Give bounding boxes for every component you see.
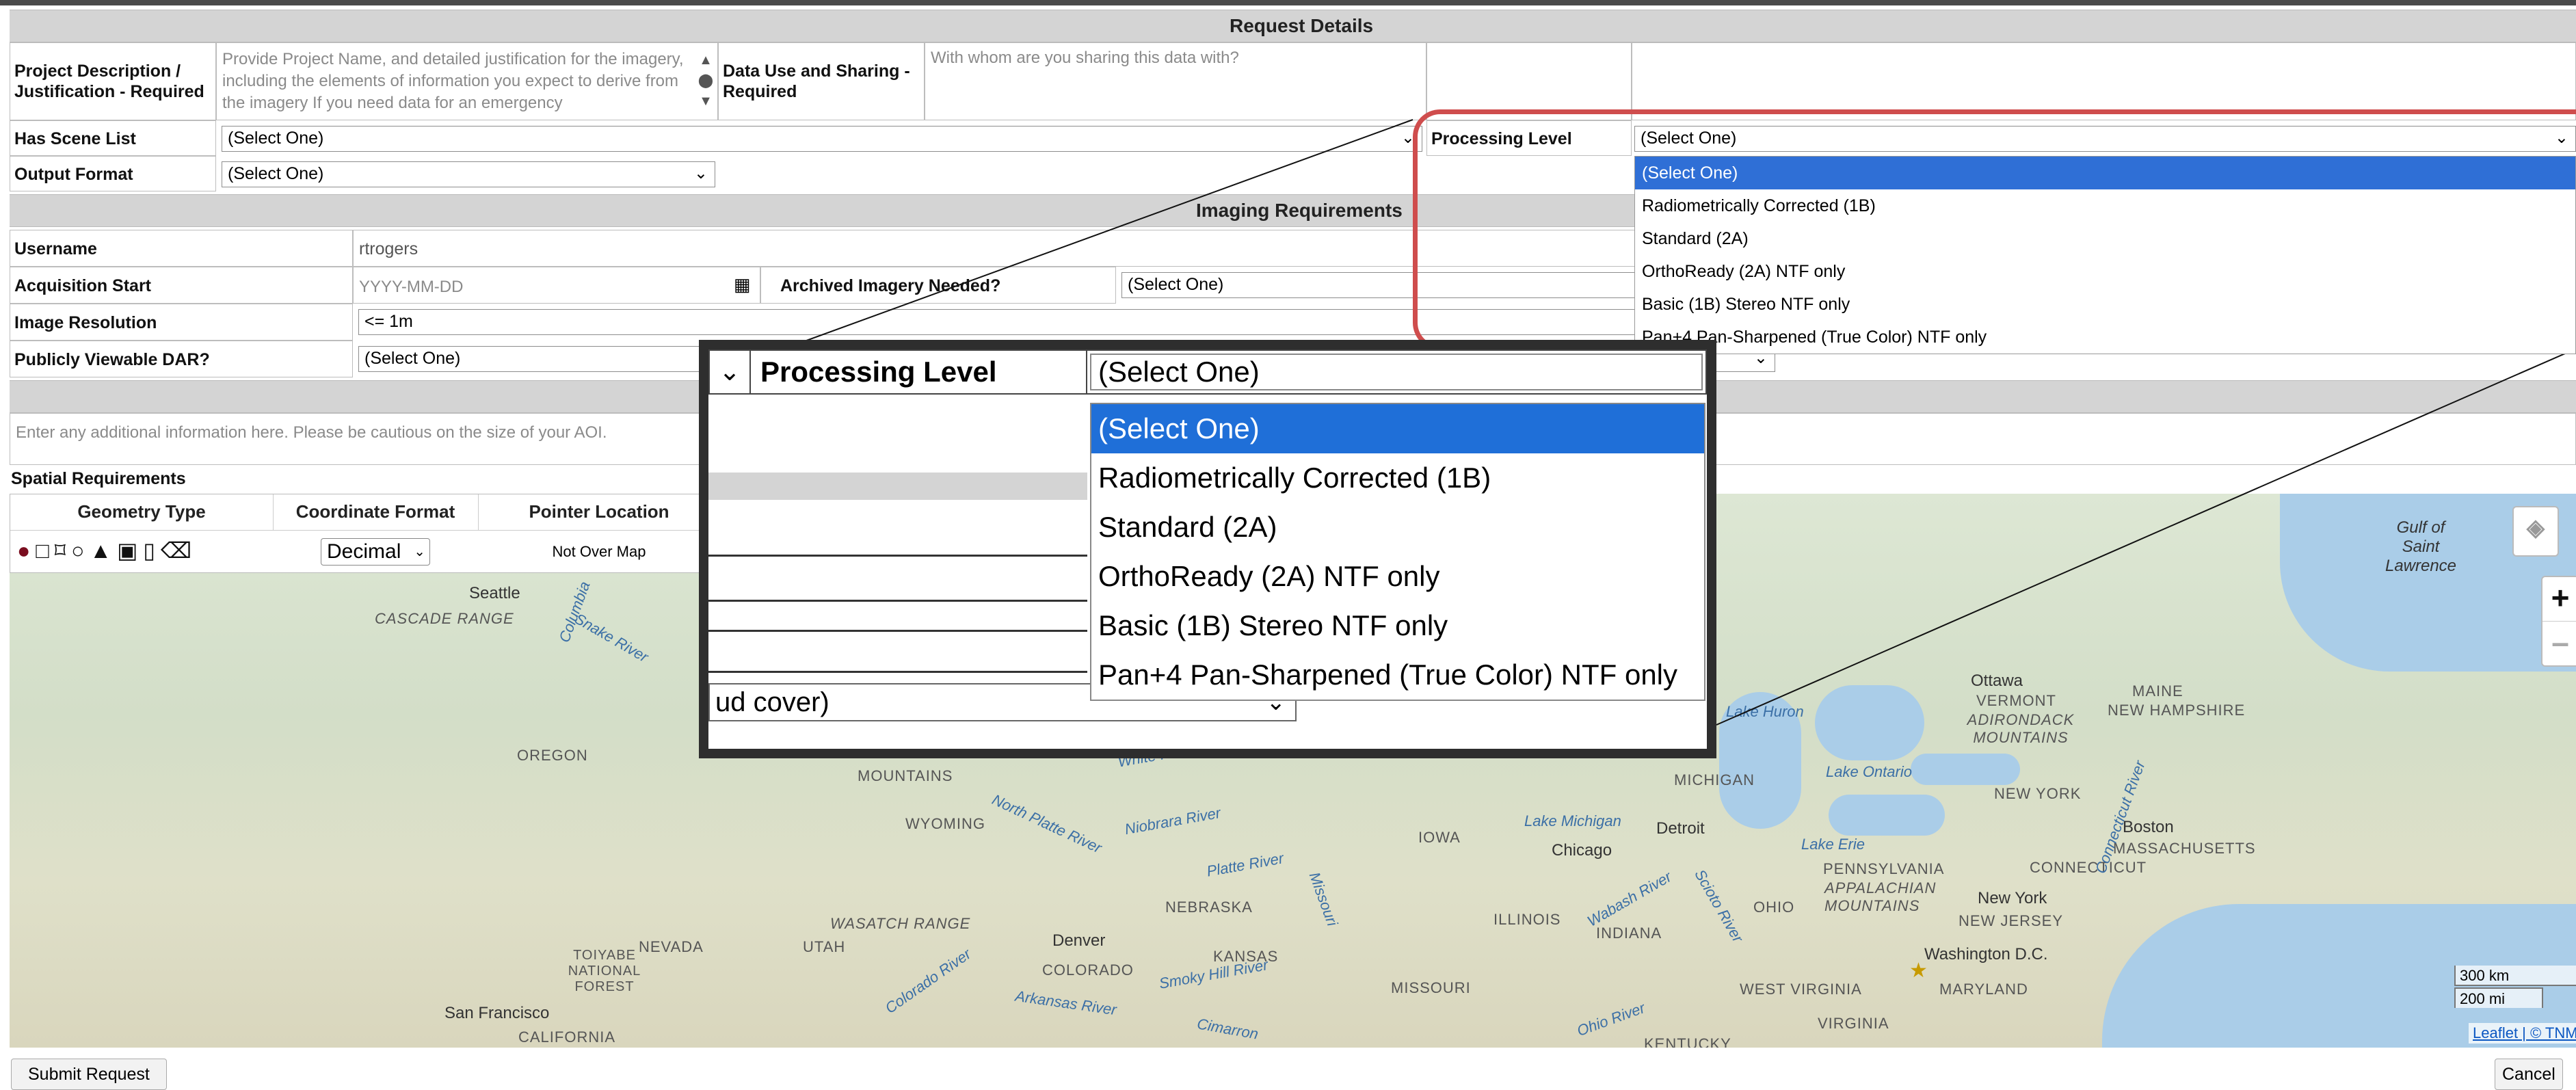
callout-option[interactable]: Standard (2A): [1091, 503, 1704, 552]
callout-processing-level-select[interactable]: (Select One): [1090, 354, 1703, 390]
callout-line-top: [793, 119, 1413, 346]
callout-rule: [708, 555, 1087, 557]
callout-option[interactable]: OrthoReady (2A) NTF only: [1091, 552, 1704, 601]
dropdown-option[interactable]: OrthoReady (2A) NTF only: [1635, 255, 2575, 288]
callout-option[interactable]: (Select One): [1091, 404, 1704, 453]
callout-rule: [708, 600, 1087, 602]
callout-processing-level-label: Processing Level: [751, 349, 1087, 395]
processing-level-dropdown[interactable]: (Select One) Radiometrically Corrected (…: [1634, 156, 2576, 354]
submit-request-button[interactable]: Submit Request: [11, 1059, 167, 1090]
callout-cloud-cover-value: ud cover): [715, 687, 829, 717]
callout-gray-band: [708, 473, 1087, 500]
dropdown-option[interactable]: Radiometrically Corrected (1B): [1635, 189, 2575, 222]
callout-option[interactable]: Radiometrically Corrected (1B): [1091, 453, 1704, 503]
chevron-down-icon: ⌄: [708, 349, 751, 395]
callout-rule: [708, 630, 1087, 632]
cancel-button[interactable]: Cancel: [2495, 1059, 2563, 1090]
dropdown-option[interactable]: Standard (2A): [1635, 222, 2575, 255]
dropdown-option[interactable]: Basic (1B) Stereo NTF only: [1635, 288, 2575, 321]
zoom-callout-content: ⌄ Processing Level (Select One) ud cover…: [708, 349, 1707, 749]
callout-option[interactable]: Pan+4 Pan-Sharpened (True Color) NTF onl…: [1091, 650, 1704, 700]
callout-option[interactable]: Basic (1B) Stereo NTF only: [1091, 601, 1704, 650]
dropdown-option[interactable]: Pan+4 Pan-Sharpened (True Color) NTF onl…: [1635, 321, 2575, 354]
zoom-callout: ⌄ Processing Level (Select One) ud cover…: [699, 340, 1716, 758]
callout-dropdown-list[interactable]: (Select One) Radiometrically Corrected (…: [1090, 403, 1705, 701]
callout-select-cell: (Select One): [1087, 349, 1707, 395]
callout-form-fragment: ud cover) ⌄: [708, 397, 1297, 749]
callout-rule: [708, 671, 1087, 673]
dropdown-option[interactable]: (Select One): [1635, 157, 2575, 189]
callout-line-bottom: [1716, 348, 2576, 726]
